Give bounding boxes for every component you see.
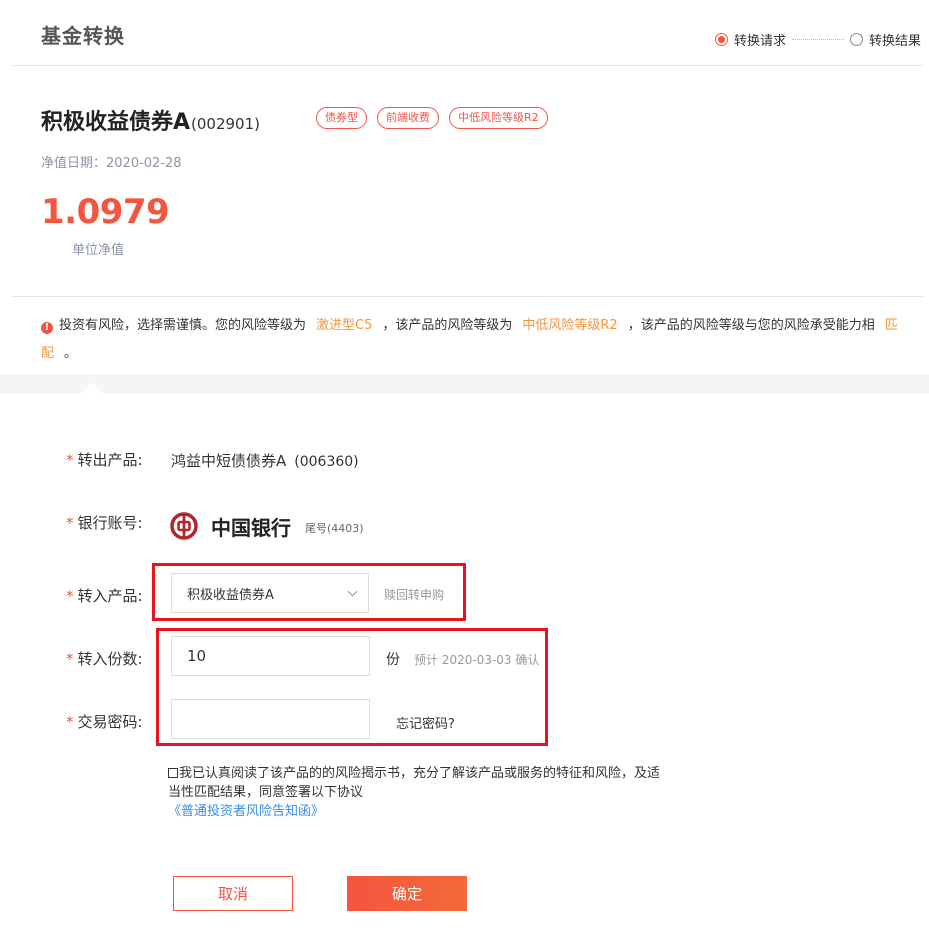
password-label-text: 交易密码: xyxy=(77,713,143,731)
step-indicator: 转换请求 转换结果 xyxy=(714,30,921,49)
password-label: * 交易密码: xyxy=(66,711,143,732)
risk-text-3: ，该产品的风险等级与您的风险承受能力相 xyxy=(627,318,875,333)
annotation-box-shares-password xyxy=(156,628,548,746)
out-product-code: (006360) xyxy=(294,454,359,470)
step-request: 转换请求 xyxy=(714,30,786,49)
bank-account-tail: 尾号(4403) xyxy=(305,522,364,535)
section-notch xyxy=(80,382,104,394)
bank-account-label-text: 银行账号: xyxy=(77,514,143,532)
header-divider xyxy=(12,65,923,66)
risk-text-4: 。 xyxy=(64,346,78,361)
bank-of-china-logo-icon xyxy=(170,512,198,540)
required-mark: * xyxy=(66,587,74,605)
risk-text-2: ，该产品的风险等级为 xyxy=(382,318,513,333)
bank-account-label: * 银行账号: xyxy=(66,512,143,533)
tag-fund-type: 债券型 xyxy=(316,107,367,129)
step-result: 转换结果 xyxy=(849,30,921,49)
risk-notice-link[interactable]: 《普通投资者风险告知函》 xyxy=(168,804,324,819)
step-connector xyxy=(791,39,844,40)
fund-code: (002901) xyxy=(191,115,260,133)
out-product-label: * 转出产品: xyxy=(66,449,143,470)
confirm-button[interactable]: 确定 xyxy=(347,876,467,911)
cancel-button[interactable]: 取消 xyxy=(173,876,293,911)
step-inactive-radio-icon xyxy=(849,33,863,46)
required-mark: * xyxy=(66,713,74,731)
in-product-label: * 转入产品: xyxy=(66,585,143,606)
section-band xyxy=(0,374,929,394)
user-risk-level: 激进型C5 xyxy=(316,318,373,333)
agreement-block: 我已认真阅读了该产品的的风险揭示书，充分了解该产品或服务的特征和风险，及适当性匹… xyxy=(168,764,668,821)
out-product-name: 鸿益中短债债券A xyxy=(171,452,287,470)
risk-text-1: 投资有风险，选择需谨慎。您的风险等级为 xyxy=(59,318,307,333)
required-mark: * xyxy=(66,514,74,532)
required-mark: * xyxy=(66,650,74,668)
page-title: 基金转换 xyxy=(41,24,125,48)
shares-label-text: 转入份数: xyxy=(77,650,143,668)
tag-fee-type: 前端收费 xyxy=(377,107,439,129)
annotation-box-in-product xyxy=(152,563,466,621)
out-product-label-text: 转出产品: xyxy=(77,451,143,469)
out-product-value: 鸿益中短债债券A (006360) xyxy=(171,450,359,471)
fund-divider xyxy=(12,296,923,297)
nav-value: 1.0979 xyxy=(41,192,170,232)
step-request-label: 转换请求 xyxy=(733,34,786,49)
bank-name: 中国银行 xyxy=(211,516,291,540)
fund-name-row: 积极收益债券A(002901) xyxy=(41,104,260,136)
agreement-checkbox[interactable] xyxy=(168,768,178,778)
step-active-radio-icon xyxy=(714,33,728,46)
in-product-label-text: 转入产品: xyxy=(77,587,143,605)
tag-risk-level: 中低风险等级R2 xyxy=(449,107,548,129)
product-risk-level: 中低风险等级R2 xyxy=(522,318,618,333)
shares-label: * 转入份数: xyxy=(66,648,143,669)
step-result-label: 转换结果 xyxy=(868,34,921,49)
nav-label: 单位净值 xyxy=(72,243,125,258)
fund-name: 积极收益债券A xyxy=(41,110,191,135)
warning-icon: ! xyxy=(41,322,53,334)
risk-notice: ! 投资有风险，选择需谨慎。您的风险等级为 激进型C5 ，该产品的风险等级为 中低风险等… xyxy=(41,312,901,368)
fund-tags: 债券型 前端收费 中低风险等级R2 xyxy=(316,107,548,129)
nav-date: 净值日期：2020-02-28 xyxy=(41,156,182,171)
required-mark: * xyxy=(66,451,74,469)
agreement-text: 我已认真阅读了该产品的的风险揭示书，充分了解该产品或服务的特征和风险，及适当性匹… xyxy=(168,766,661,800)
